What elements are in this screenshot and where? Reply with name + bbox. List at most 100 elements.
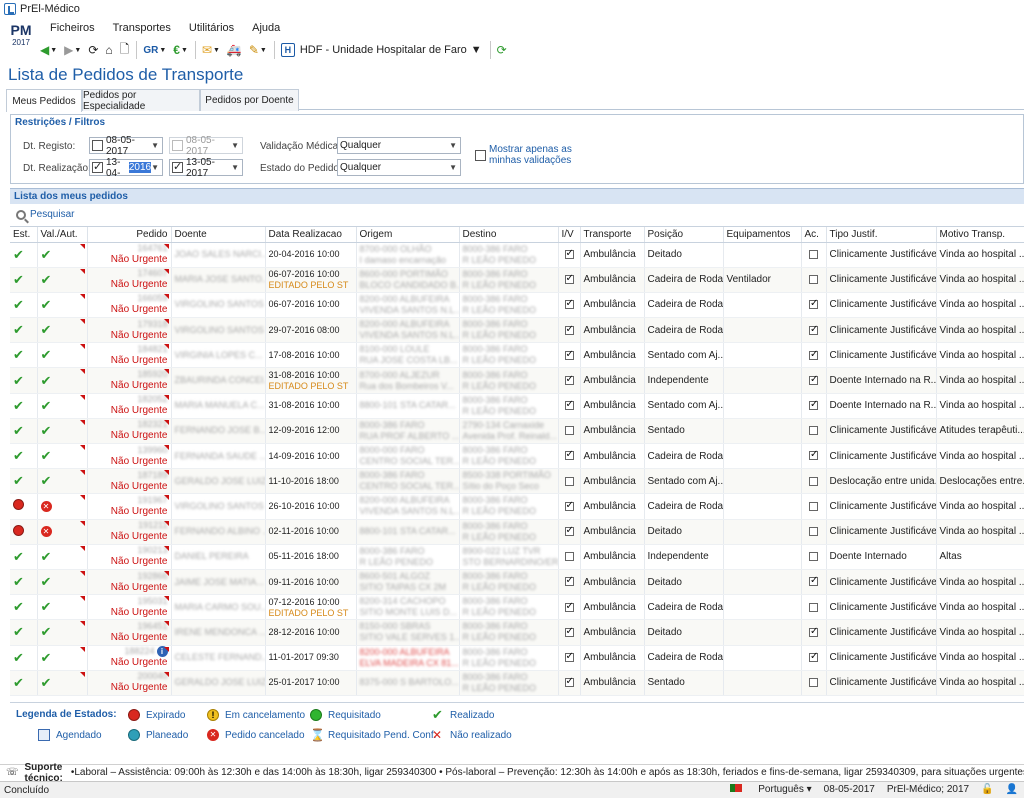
ac-checkbox[interactable] [809,626,818,637]
iv-checkbox[interactable] [564,374,574,385]
col-doente[interactable]: Doente [171,227,266,243]
iv-checkbox[interactable] [564,298,574,310]
back-button[interactable]: ◀ ▼ [40,43,57,57]
col-est[interactable]: Est. [10,227,38,243]
registo-from-checkbox[interactable] [92,140,103,151]
col-val-aut[interactable]: Val./Aut. [37,227,88,243]
search-button[interactable]: Pesquisar [16,209,74,220]
table-row[interactable]: ✔ ✔ 174607 Não Urgente MARIA JOSE SANTO... 06… [10,267,1024,293]
table-row[interactable]: ✔ ✔ 166059 Não Urgente VIRGOLINO SANTOS 06-07… [10,292,1024,319]
ambulance-button[interactable]: 🚑 [227,43,242,57]
iv-checkbox[interactable] [564,476,574,486]
realizacao-from-date[interactable]: 13-04- 2016▼ [89,157,163,179]
col-data-realizacao[interactable]: Data Realizacao [265,227,357,243]
forward-button[interactable]: ▶ ▼ [64,43,81,57]
iv-checkbox[interactable] [564,426,574,436]
iv-checkbox[interactable] [564,575,574,587]
ac-checkbox[interactable] [809,678,818,688]
ac-checkbox[interactable] [809,426,818,436]
iv-checkbox[interactable] [564,626,574,637]
refresh-button[interactable]: ⟳ [88,43,98,57]
table-row[interactable]: ✔ ✔ 182321 Não Urgente FERNANDO JOSE B... 12-… [10,418,1024,445]
col-posicao[interactable]: Posição [644,227,724,243]
table-row[interactable]: ✕ 191967 Não Urgente VIRGOLINO SANTOS 26-10-… [10,493,1024,520]
registo-from-date[interactable]: 08-05-2017 ▼ [89,135,163,157]
iv-checkbox[interactable] [564,324,574,335]
iv-checkbox[interactable] [564,525,574,537]
ac-checkbox[interactable] [809,575,818,587]
mostrar-validacoes-checkbox[interactable] [475,150,486,161]
estado-select[interactable]: Qualquer ▼ [337,159,461,176]
language-selector[interactable]: Português ▾ [718,784,812,795]
col-destino[interactable]: Destino [459,227,559,243]
ac-checkbox[interactable] [809,552,818,562]
ac-checkbox[interactable] [809,527,818,537]
ac-checkbox[interactable] [809,449,818,461]
iv-checkbox[interactable] [564,248,574,259]
iv-checkbox[interactable] [564,399,574,411]
ac-checkbox[interactable] [809,249,818,259]
ac-checkbox[interactable] [809,476,818,486]
ac-checkbox[interactable] [809,602,818,612]
new-document-button[interactable]: 🗋 [120,40,130,61]
realizacao-from-checkbox[interactable] [92,160,103,173]
col-tipo-justif[interactable]: Tipo Justif. [826,227,937,243]
ac-checkbox[interactable] [809,324,818,335]
iv-checkbox[interactable] [564,449,574,461]
mail-button[interactable]: ✉ ▼ [202,43,220,57]
table-row[interactable]: ✔ ✔ 192866 Não Urgente JAIME JOSE MATIA... 09… [10,569,1024,596]
home-button[interactable]: ⌂ [105,43,112,57]
col-origem[interactable]: Origem [356,227,460,243]
table-row[interactable]: ✔ ✔ 164761 Não Urgente JOAO SALES NARCI... 20… [10,242,1024,268]
gr-button[interactable]: GR ▼ [143,45,166,56]
ac-checkbox[interactable] [809,349,818,360]
iv-checkbox[interactable] [564,273,574,285]
iv-checkbox[interactable] [564,552,574,562]
iv-checkbox[interactable] [564,676,574,688]
registo-to-date[interactable]: 08-05-2017 ▼ [169,135,243,157]
table-row[interactable]: ✔ ✔ 200040 Não Urgente GERALDO JOSE LUIZ... 2… [10,670,1024,696]
table-row[interactable]: ✔ ✔ 185920 Não Urgente ZBAURINDA CONCEI... 31… [10,367,1024,394]
menu-ficheiros[interactable]: Ficheiros [50,22,95,34]
menu-transportes[interactable]: Transportes [113,22,171,34]
iv-checkbox[interactable] [564,651,574,662]
table-row[interactable]: ✔ ✔ 190213 Não Urgente DANIEL PEREIRA 05-11-2… [10,544,1024,570]
tab-pedidos-doente[interactable]: Pedidos por Doente [200,89,299,111]
table-row[interactable]: ✔ ✔ 139960 Não Urgente FERNANDA SAUDE ... 14-… [10,443,1024,470]
ac-checkbox[interactable] [809,275,818,285]
sync-button[interactable]: ⟳ [497,43,507,57]
iv-checkbox[interactable] [564,500,574,511]
iv-checkbox[interactable] [564,601,574,612]
col-pedido[interactable]: Pedido [87,227,172,243]
table-row[interactable]: ✔ ✔ 184821 Não Urgente VIRGINIA LOPES C... 17… [10,342,1024,369]
validacao-select[interactable]: Qualquer ▼ [337,137,461,154]
edit-tools-button[interactable]: ✎ ▼ [249,43,267,57]
table-row[interactable]: ✔ ✔ 182052 Não Urgente MARIA MANUELA C... 31-… [10,393,1024,419]
tab-meus-pedidos[interactable]: Meus Pedidos [6,89,82,112]
euro-button[interactable]: € ▼ [173,43,188,57]
registo-to-checkbox[interactable] [172,140,183,151]
table-row[interactable]: ✔ ✔ 179318 Não Urgente VIRGOLINO SANTOS 29-07… [10,317,1024,344]
hospital-selector[interactable]: H HDF - Unidade Hospitalar de Faro ▼ [280,43,482,57]
table-row[interactable]: ✔ ✔ 188224 i Não Urgente CELESTE FERNAND... 11… [10,645,1024,671]
realizacao-to-date[interactable]: 13-05-2017 ▼ [169,157,243,179]
ac-checkbox[interactable] [809,651,818,662]
col-motivo-transp[interactable]: Motivo Transp. [936,227,1024,243]
table-row[interactable]: ✔ ✔ 195031 Não Urgente MARIA CARMO SOU... 07-… [10,594,1024,621]
iv-checkbox[interactable] [564,349,574,360]
menu-utilitarios[interactable]: Utilitários [189,22,234,34]
col-ac[interactable]: Ac. [801,227,827,243]
table-row[interactable]: ✕ 191211 Não Urgente FERNANDO ALBINO ... 02-… [10,519,1024,545]
ac-checkbox[interactable] [809,374,818,385]
ac-checkbox[interactable] [809,399,818,411]
col-iv[interactable]: I/V [558,227,581,243]
table-row[interactable]: ✔ ✔ 196451 Não Urgente IRENE MENDONCA ... 28-… [10,619,1024,646]
col-transporte[interactable]: Transporte [580,227,645,243]
menu-ajuda[interactable]: Ajuda [252,22,280,34]
col-equipamentos[interactable]: Equipamentos [723,227,802,243]
tab-pedidos-especialidade[interactable]: Pedidos por Especialidade [82,89,200,112]
realizacao-to-checkbox[interactable] [172,160,183,173]
ac-checkbox[interactable] [809,501,818,511]
ac-checkbox[interactable] [809,298,818,310]
table-row[interactable]: ✔ ✔ 187189 Não Urgente GERALDO JOSE LUIZ... 1… [10,468,1024,495]
